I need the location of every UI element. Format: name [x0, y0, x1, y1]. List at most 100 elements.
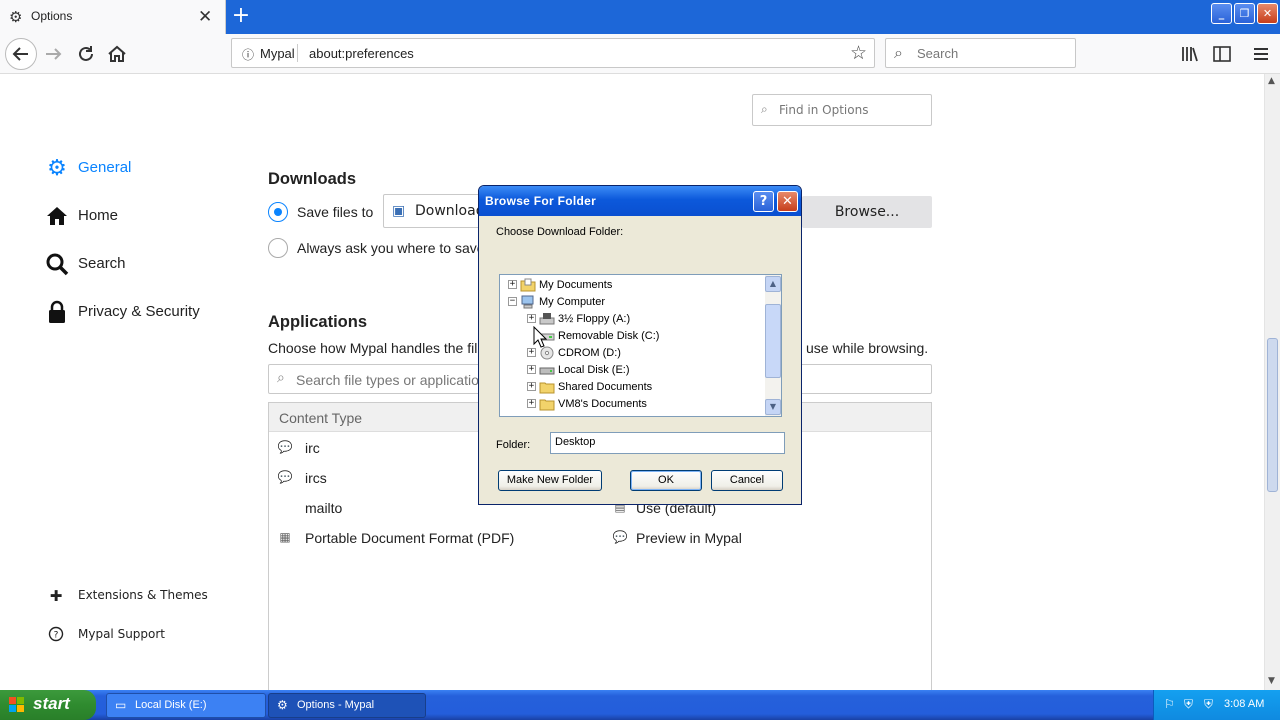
home-button[interactable]: [103, 41, 131, 67]
tree-node-floppy[interactable]: + 3½ Floppy (A:): [527, 311, 757, 327]
taskbar-item-local-disk[interactable]: ▭ Local Disk (E:): [106, 693, 266, 718]
cancel-button[interactable]: Cancel: [711, 470, 783, 491]
forward-arrow-icon: [46, 48, 62, 60]
downloads-heading: Downloads: [268, 170, 357, 188]
category-search[interactable]: Search: [44, 249, 174, 279]
taskbar-item-options-mypal[interactable]: ⚙ Options - Mypal: [268, 693, 426, 718]
dialog-title-bar[interactable]: Browse For Folder ? ✕: [479, 186, 801, 216]
expand-icon[interactable]: +: [527, 314, 536, 323]
collapse-icon[interactable]: −: [508, 297, 517, 306]
alert-shield-icon[interactable]: ⛨: [1204, 697, 1213, 712]
expand-icon[interactable]: +: [527, 365, 536, 374]
expand-icon[interactable]: +: [527, 399, 536, 408]
content-type: irc: [305, 440, 320, 456]
find-placeholder: Find in Options: [779, 103, 869, 117]
applications-description-end: use while browsing.: [806, 340, 929, 356]
reload-button[interactable]: [72, 41, 100, 67]
preview-icon: 💬: [612, 530, 628, 544]
scroll-thumb[interactable]: [1267, 338, 1278, 492]
library-icon[interactable]: [1179, 43, 1201, 65]
close-tab-icon[interactable]: ✕: [198, 7, 212, 27]
tree-label: Local Disk (E:): [558, 364, 630, 376]
tree-label: 3½ Floppy (A:): [558, 313, 631, 325]
content-type: mailto: [305, 500, 343, 516]
system-tray: ⚐ ⛨ ⛨ 3:08 AM: [1153, 690, 1280, 720]
browse-button[interactable]: Browse...: [802, 196, 932, 228]
security-shield-icon[interactable]: ⛨: [1184, 697, 1193, 712]
back-button[interactable]: [5, 38, 37, 70]
table-row[interactable]: ▦ Portable Document Format (PDF) 💬 Previ…: [276, 527, 876, 549]
tree-scrollbar[interactable]: ▲ ▼: [765, 275, 781, 416]
scroll-up-icon[interactable]: ▲: [1268, 76, 1275, 86]
back-arrow-icon: [12, 47, 28, 61]
category-privacy-security[interactable]: Privacy & Security: [44, 297, 214, 327]
find-in-options-input[interactable]: ⌕ Find in Options: [752, 94, 932, 126]
computer-icon: [520, 294, 536, 310]
scroll-down-icon[interactable]: ▼: [1268, 676, 1275, 686]
tab-options[interactable]: ⚙ Options ✕: [0, 0, 226, 34]
floppy-drive-icon: [539, 311, 555, 327]
url-text[interactable]: about:preferences: [309, 46, 414, 61]
network-icon[interactable]: ⚐: [1164, 697, 1175, 711]
site-identity: Mypal: [260, 46, 295, 61]
category-home[interactable]: Home: [44, 201, 174, 231]
tree-node-local-disk[interactable]: + Local Disk (E:): [527, 362, 757, 378]
mypal-support-link[interactable]: ? Mypal Support: [46, 624, 196, 646]
save-files-label: Save files to: [297, 204, 374, 220]
scroll-up-icon[interactable]: ▲: [765, 276, 781, 292]
tree-node-my-documents[interactable]: + My Documents: [508, 277, 758, 293]
home-icon: [44, 203, 70, 229]
folder-input[interactable]: Desktop: [550, 432, 785, 454]
scroll-thumb[interactable]: [765, 304, 781, 378]
content-type: Portable Document Format (PDF): [305, 530, 515, 546]
dialog-prompt: Choose Download Folder:: [496, 226, 624, 238]
category-general[interactable]: ⚙ General: [44, 153, 174, 183]
minimize-button[interactable]: _: [1211, 3, 1232, 24]
ok-button[interactable]: OK: [630, 470, 702, 491]
save-files-radio[interactable]: [268, 202, 288, 222]
close-window-button[interactable]: ✕: [1257, 3, 1278, 24]
expand-icon[interactable]: +: [527, 382, 536, 391]
tree-node-removable-disk[interactable]: Removable Disk (C:): [527, 328, 757, 344]
url-bar[interactable]: ⓘ Mypal about:preferences ☆: [231, 38, 875, 68]
tree-node-shared-documents[interactable]: + Shared Documents: [527, 379, 757, 395]
make-new-folder-button[interactable]: Make New Folder: [498, 470, 602, 491]
forward-button[interactable]: [40, 41, 68, 67]
info-icon[interactable]: ⓘ: [242, 46, 254, 63]
category-label: Privacy & Security: [78, 303, 200, 320]
folder-icon: ▣: [392, 203, 406, 219]
windows-logo-icon: [8, 696, 26, 718]
chat-icon: 💬: [277, 440, 293, 454]
chat-icon: 💬: [277, 470, 293, 484]
menu-icon[interactable]: [1250, 43, 1272, 65]
tree-node-vm8-documents[interactable]: + VM8's Documents: [527, 396, 757, 412]
expand-icon[interactable]: +: [508, 280, 517, 289]
action-text: Preview in Mypal: [636, 530, 742, 546]
always-ask-radio[interactable]: [268, 238, 288, 258]
taskbar-item-label: Local Disk (E:): [135, 699, 207, 711]
sidebar-toggle-icon[interactable]: [1211, 43, 1233, 65]
tree-node-my-computer[interactable]: − My Computer: [508, 294, 758, 310]
extensions-themes-link[interactable]: ✚ Extensions & Themes: [46, 585, 216, 607]
dialog-title: Browse For Folder: [485, 194, 597, 208]
new-tab-button[interactable]: +: [230, 4, 252, 28]
folder-label: Folder:: [496, 439, 531, 451]
scroll-down-icon[interactable]: ▼: [765, 399, 781, 415]
search-bar[interactable]: ⌕ Search: [885, 38, 1076, 68]
start-button[interactable]: start: [0, 690, 96, 720]
help-icon: ?: [46, 626, 66, 646]
page-scrollbar[interactable]: ▲ ▼: [1264, 74, 1280, 690]
folder-icon: [539, 379, 555, 395]
taskbar-item-label: Options - Mypal: [297, 699, 375, 711]
folder-value: Desktop: [555, 436, 596, 448]
clock[interactable]: 3:08 AM: [1224, 698, 1264, 710]
maximize-button[interactable]: ❐: [1234, 3, 1255, 24]
home-icon: [108, 45, 126, 62]
help-button[interactable]: ?: [753, 191, 774, 212]
applications-heading: Applications: [268, 313, 368, 331]
dialog-close-button[interactable]: ✕: [777, 191, 798, 212]
tree-node-cdrom[interactable]: + CDROM (D:): [527, 345, 757, 361]
bookmark-star-icon[interactable]: ☆: [850, 42, 867, 64]
search-icon: [44, 251, 70, 277]
expand-icon[interactable]: +: [527, 348, 536, 357]
